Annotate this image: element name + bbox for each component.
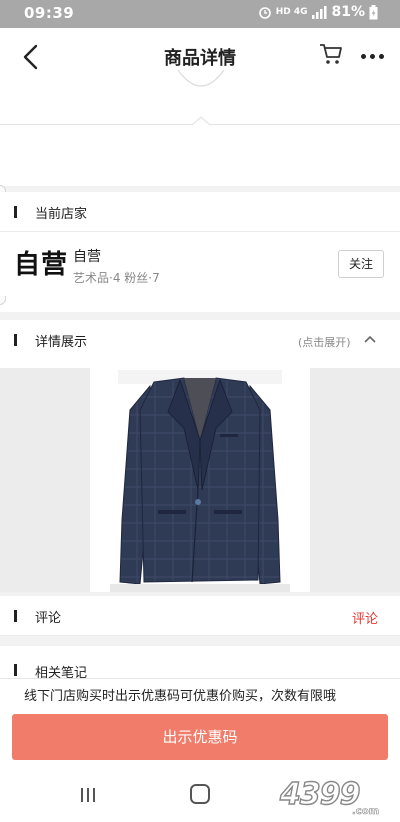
store-logo: 自营 — [14, 250, 69, 280]
section-marker — [14, 206, 17, 218]
promo-notice-box: 线下门店购买时出示优惠码可优惠价购买，次数有限哦 — [0, 678, 400, 708]
store-section-header: 当前店家 — [0, 192, 400, 232]
review-section-title: 评论 — [35, 611, 62, 626]
section-marker — [14, 610, 17, 622]
store-name: 自营 — [73, 249, 101, 265]
status-icons: HD 4G 81% — [258, 4, 378, 20]
image-padding-right — [310, 368, 400, 592]
watermark-logo: 4399 .com — [278, 776, 379, 817]
section-marker — [14, 334, 17, 346]
more-dot — [378, 53, 384, 59]
detail-section-title: 详情展示 — [35, 335, 88, 350]
expand-hint[interactable]: (点击展开) — [298, 334, 351, 350]
alarm-icon — [258, 7, 271, 19]
signal-icon — [312, 5, 327, 19]
home-button[interactable] — [190, 784, 210, 804]
svg-text:4399: 4399 — [279, 777, 360, 812]
battery-percent: 81% — [331, 4, 365, 20]
show-coupon-button[interactable]: 出示优惠码 — [12, 714, 388, 760]
blazer-illustration — [110, 370, 290, 592]
notch-icon — [192, 116, 210, 126]
status-bar: 09:39 HD 4G 81% — [0, 0, 400, 28]
network-label: HD 4G — [275, 7, 308, 17]
image-padding-left — [0, 368, 90, 592]
status-time: 09:39 — [24, 4, 75, 22]
chevron-up-icon[interactable] — [364, 334, 376, 346]
divider — [0, 636, 400, 646]
review-link[interactable]: 评论 — [352, 608, 378, 627]
recents-icon[interactable] — [79, 786, 97, 804]
battery-icon — [369, 4, 378, 19]
more-dots-icon — [360, 53, 366, 59]
cart-button[interactable] — [318, 42, 346, 70]
more-button[interactable] — [356, 42, 388, 70]
review-section-header: 评论 — [0, 596, 400, 636]
more-dot — [369, 53, 375, 59]
svg-text:.com: .com — [352, 806, 379, 817]
product-image[interactable] — [0, 368, 400, 592]
store-section-title: 当前店家 — [35, 207, 88, 222]
pull-arc — [177, 69, 225, 87]
promo-notice: 线下门店购买时出示优惠码可优惠价购买，次数有限哦 — [24, 689, 337, 704]
store-meta: 艺术品·4 粉丝·7 — [73, 271, 160, 285]
section-marker — [14, 664, 17, 676]
follow-button[interactable]: 关注 — [338, 250, 384, 278]
cart-icon — [320, 44, 342, 64]
divider — [0, 312, 400, 320]
